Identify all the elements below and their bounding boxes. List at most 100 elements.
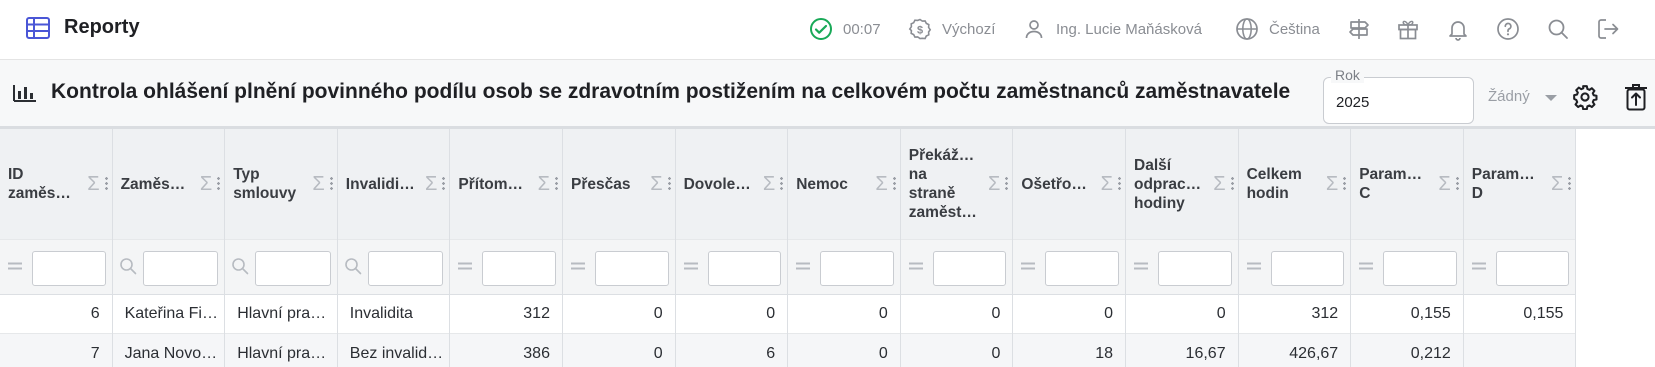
- column-menu-icon[interactable]: [329, 176, 333, 190]
- table-cell[interactable]: 7: [0, 334, 112, 367]
- sum-icon[interactable]: Σ: [1326, 173, 1338, 196]
- sum-icon[interactable]: Σ: [87, 173, 99, 196]
- column-header[interactable]: Zaměs… Σ: [112, 129, 225, 239]
- caret-down-icon[interactable]: [1545, 95, 1557, 101]
- sum-icon[interactable]: Σ: [1438, 173, 1450, 196]
- sum-icon[interactable]: Σ: [538, 173, 550, 196]
- help-button[interactable]: [1496, 16, 1520, 42]
- equals-icon[interactable]: [794, 257, 812, 275]
- sum-icon[interactable]: Σ: [763, 173, 775, 196]
- column-header[interactable]: Další odprac… hodiny Σ: [1126, 129, 1238, 239]
- column-header[interactable]: Dovole… Σ: [675, 129, 788, 239]
- table-cell[interactable]: 6: [0, 295, 112, 334]
- column-menu-icon[interactable]: [1455, 176, 1459, 190]
- table-cell[interactable]: 6: [675, 334, 788, 367]
- column-filter-input[interactable]: [1158, 251, 1232, 286]
- table-cell[interactable]: [1463, 334, 1576, 367]
- column-menu-icon[interactable]: [892, 176, 896, 190]
- column-filter-input[interactable]: [707, 251, 782, 286]
- column-menu-icon[interactable]: [104, 176, 108, 190]
- gift-button[interactable]: [1396, 16, 1420, 42]
- column-filter-input[interactable]: [1045, 251, 1119, 286]
- column-menu-icon[interactable]: [1568, 176, 1572, 190]
- clear-filter-icon[interactable]: [1624, 83, 1648, 111]
- column-header[interactable]: Překáž… na straně zaměst… Σ: [900, 129, 1013, 239]
- column-filter-input[interactable]: [595, 251, 669, 286]
- column-menu-icon[interactable]: [217, 176, 221, 190]
- variant-select[interactable]: Žádný: [1488, 88, 1530, 105]
- column-header[interactable]: Param… D Σ: [1463, 129, 1576, 239]
- column-header[interactable]: Invalidi… Σ: [337, 129, 450, 239]
- table-cell[interactable]: 312: [450, 295, 562, 334]
- gear-icon[interactable]: [1572, 84, 1598, 110]
- column-filter-input[interactable]: [482, 251, 556, 286]
- table-cell[interactable]: Kateřina Fi…: [112, 295, 225, 334]
- table-cell[interactable]: 0: [563, 334, 675, 367]
- table-cell[interactable]: Invalidita: [337, 295, 450, 334]
- table-cell[interactable]: 0: [1126, 295, 1238, 334]
- table-cell[interactable]: 0: [788, 295, 900, 334]
- table-cell[interactable]: Jana Novo…: [112, 334, 225, 367]
- search-button[interactable]: [1546, 16, 1570, 42]
- currency-selector[interactable]: $ Výchozí: [908, 16, 995, 42]
- table-cell[interactable]: 16,67: [1126, 334, 1238, 367]
- column-header[interactable]: Přesčas Σ: [563, 129, 675, 239]
- column-menu-icon[interactable]: [1343, 176, 1347, 190]
- column-menu-icon[interactable]: [554, 176, 558, 190]
- sum-icon[interactable]: Σ: [425, 173, 437, 196]
- column-header[interactable]: ID zaměs… Σ: [0, 129, 112, 239]
- column-filter-input[interactable]: [820, 251, 894, 286]
- equals-icon[interactable]: [569, 257, 587, 275]
- column-header[interactable]: Přítom… Σ: [450, 129, 562, 239]
- column-filter-input[interactable]: [32, 251, 106, 286]
- equals-icon[interactable]: [6, 257, 24, 275]
- sum-icon[interactable]: Σ: [1551, 173, 1563, 196]
- sum-icon[interactable]: Σ: [875, 173, 887, 196]
- column-filter-input[interactable]: [1495, 251, 1570, 286]
- sum-icon[interactable]: Σ: [650, 173, 662, 196]
- table-cell[interactable]: 0: [1013, 295, 1125, 334]
- logout-button[interactable]: [1596, 16, 1620, 42]
- table-cell[interactable]: Hlavní pra…: [225, 295, 337, 334]
- table-cell[interactable]: 0,155: [1463, 295, 1576, 334]
- column-filter-input[interactable]: [142, 251, 219, 286]
- column-menu-icon[interactable]: [667, 176, 671, 190]
- table-cell[interactable]: 0: [900, 334, 1013, 367]
- equals-icon[interactable]: [682, 257, 700, 275]
- equals-icon[interactable]: [1132, 257, 1150, 275]
- column-header[interactable]: Typ smlouvy Σ: [225, 129, 337, 239]
- column-filter-input[interactable]: [1270, 251, 1345, 286]
- column-filter-input[interactable]: [367, 251, 444, 286]
- table-cell[interactable]: 18: [1013, 334, 1125, 367]
- language-selector[interactable]: Čeština: [1235, 16, 1320, 42]
- table-cell[interactable]: 0: [563, 295, 675, 334]
- sum-icon[interactable]: Σ: [1101, 173, 1113, 196]
- sum-icon[interactable]: Σ: [312, 173, 324, 196]
- equals-icon[interactable]: [1470, 257, 1488, 275]
- column-menu-icon[interactable]: [1230, 176, 1234, 190]
- sum-icon[interactable]: Σ: [1213, 173, 1225, 196]
- notifications-button[interactable]: [1446, 16, 1470, 42]
- sum-icon[interactable]: Σ: [200, 173, 212, 196]
- timer-indicator[interactable]: 00:07: [809, 16, 881, 42]
- table-cell[interactable]: 386: [450, 334, 562, 367]
- equals-icon[interactable]: [1245, 257, 1263, 275]
- column-menu-icon[interactable]: [1117, 176, 1121, 190]
- column-header[interactable]: Param… C Σ: [1351, 129, 1463, 239]
- column-header[interactable]: Celkem hodin Σ: [1238, 129, 1351, 239]
- table-cell[interactable]: 0,155: [1351, 295, 1463, 334]
- table-cell[interactable]: 426,67: [1238, 334, 1351, 367]
- user-menu[interactable]: Ing. Lucie Maňásková: [1022, 16, 1202, 42]
- column-menu-icon[interactable]: [442, 176, 446, 190]
- equals-icon[interactable]: [456, 257, 474, 275]
- column-filter-input[interactable]: [932, 251, 1007, 286]
- sum-icon[interactable]: Σ: [988, 173, 1000, 196]
- table-cell[interactable]: 312: [1238, 295, 1351, 334]
- column-header[interactable]: Nemoc Σ: [788, 129, 900, 239]
- table-cell[interactable]: Hlavní pra…: [225, 334, 337, 367]
- table-cell[interactable]: 0,212: [1351, 334, 1463, 367]
- equals-icon[interactable]: [1357, 257, 1375, 275]
- table-cell[interactable]: 0: [900, 295, 1013, 334]
- column-filter-input[interactable]: [255, 251, 331, 286]
- equals-icon[interactable]: [1019, 257, 1037, 275]
